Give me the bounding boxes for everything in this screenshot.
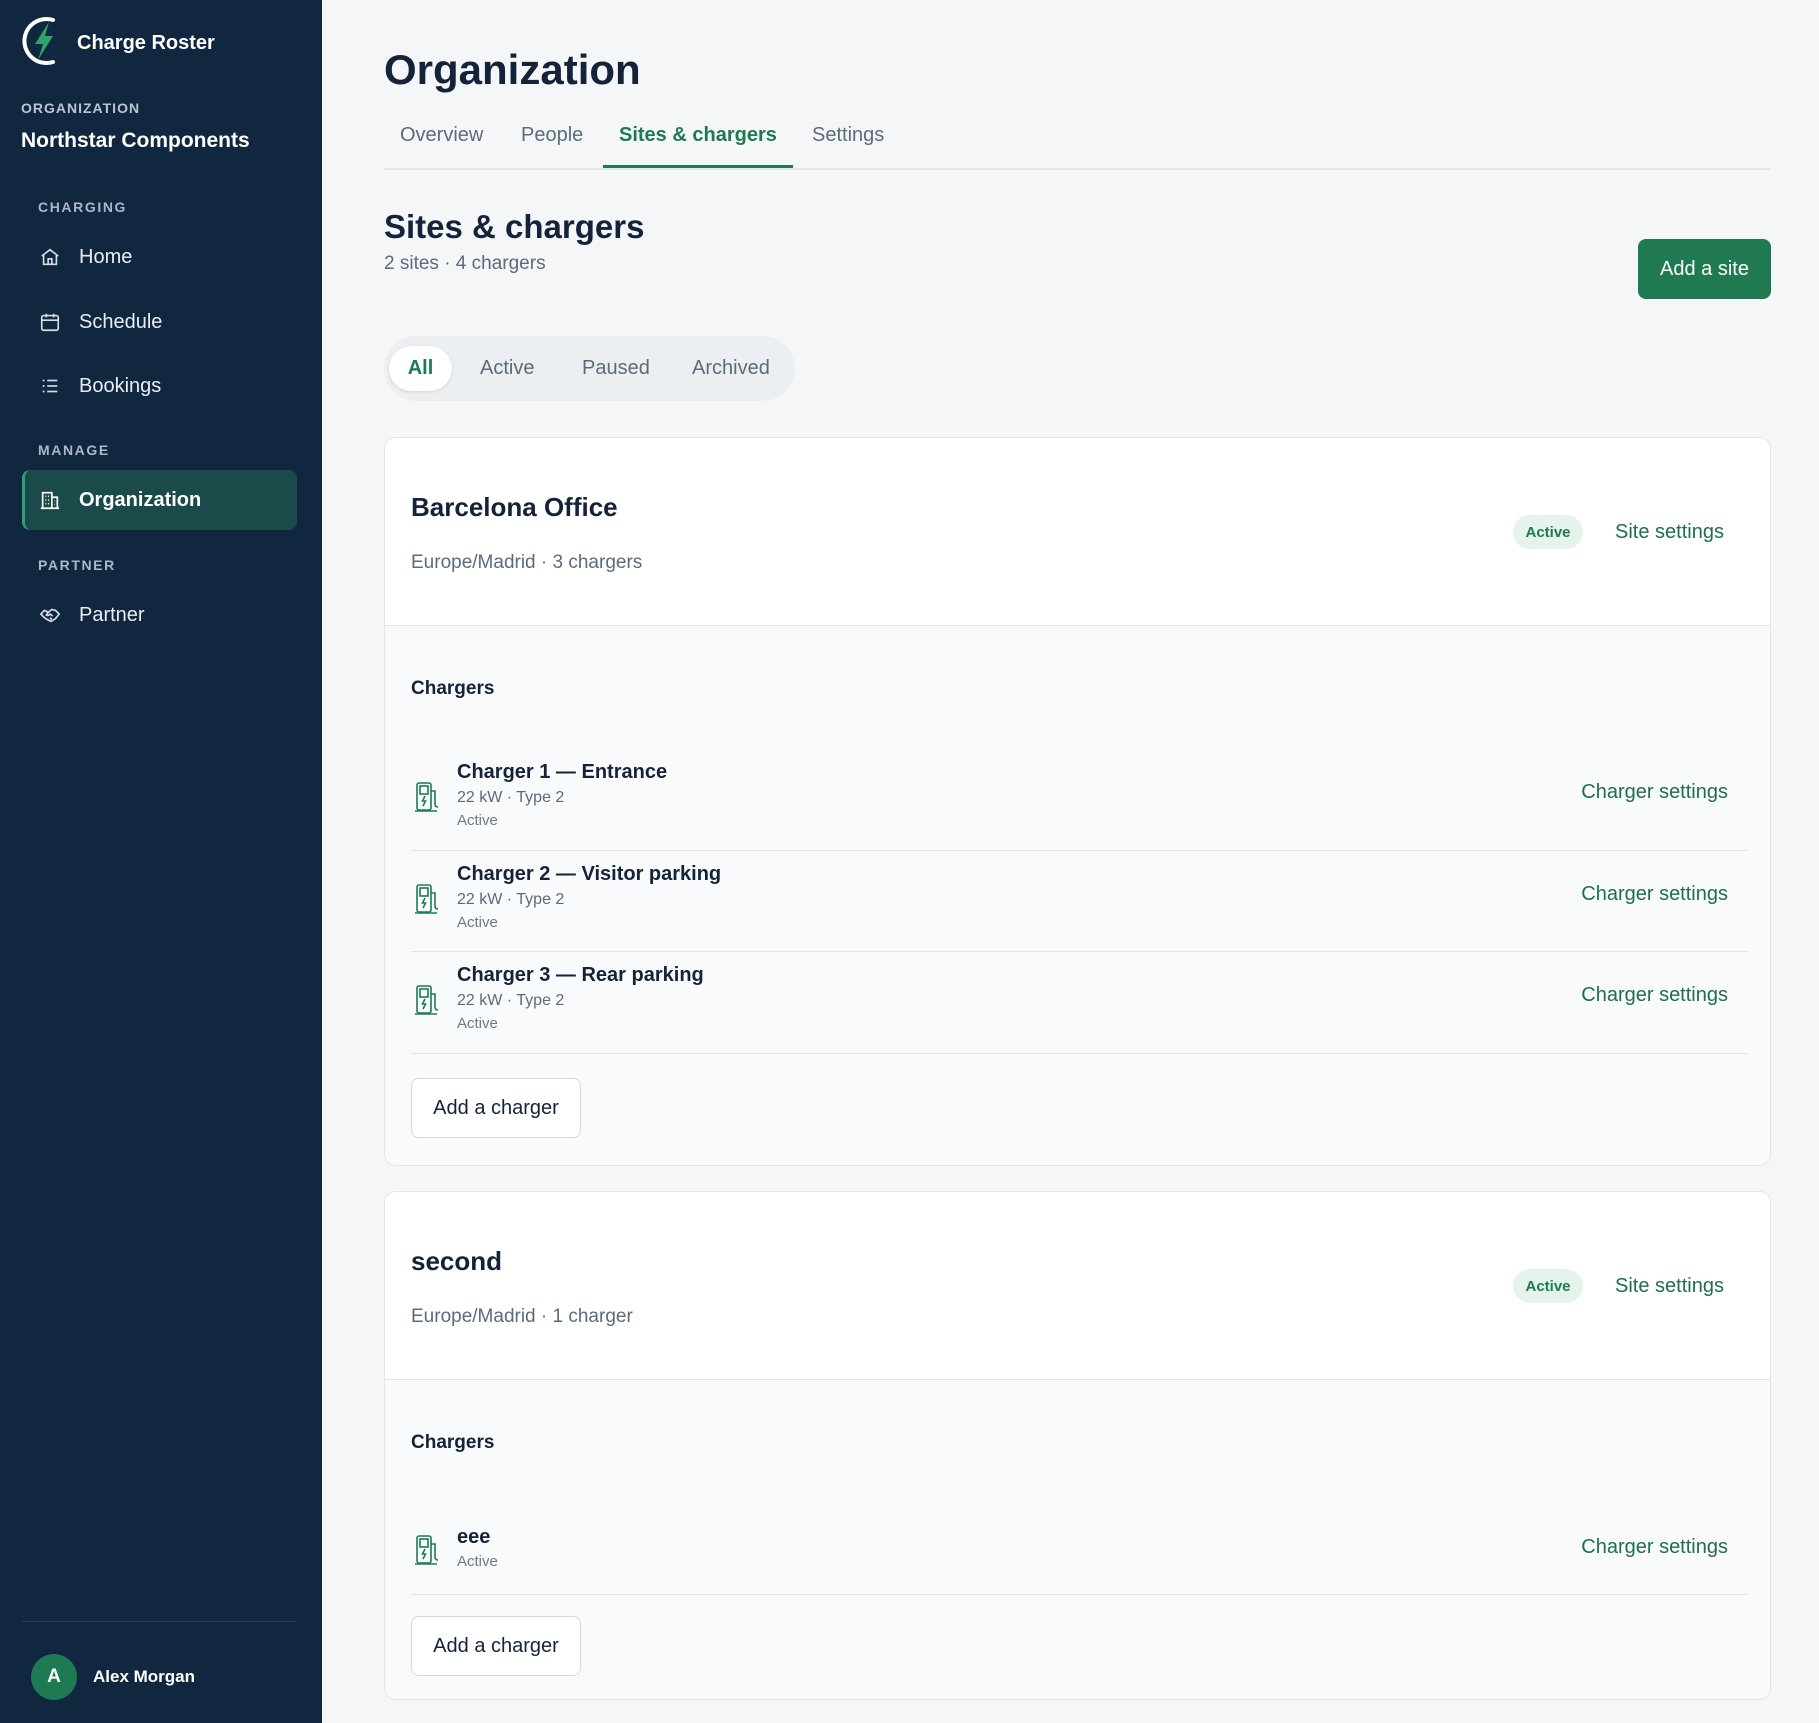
sidebar-item-partner[interactable]: Partner <box>22 585 297 645</box>
charger-spec: 22 kW · Type 2 <box>457 789 565 806</box>
building-icon <box>38 488 62 512</box>
filter-active[interactable]: Active <box>480 346 534 391</box>
sites-summary: 2 sites · 4 chargers <box>384 253 546 274</box>
sidebar: Charge Roster ORGANIZATION Northstar Com… <box>0 0 322 1723</box>
filter-paused[interactable]: Paused <box>582 346 650 391</box>
sidebar-divider <box>22 1621 297 1622</box>
charger-name: Charger 2 — Visitor parking <box>457 863 722 885</box>
brand-logo-icon <box>21 14 65 73</box>
active-tab-indicator <box>603 165 793 168</box>
charger-spec: 22 kW · Type 2 <box>457 992 565 1009</box>
status-badge: Active <box>1513 1269 1583 1303</box>
tab-people[interactable]: People <box>521 124 583 147</box>
page-title: Organization <box>384 46 641 93</box>
site-settings-link[interactable]: Site settings <box>1615 521 1724 544</box>
charger-row: eee Active Charger settings <box>411 1503 1748 1595</box>
app-name: Charge Roster <box>77 32 215 54</box>
sidebar-item-label: Home <box>79 245 133 268</box>
org-label: ORGANIZATION <box>21 100 141 116</box>
sidebar-item-label: Schedule <box>79 310 163 333</box>
filter-all[interactable]: All <box>389 346 452 391</box>
sidebar-item-schedule[interactable]: Schedule <box>22 292 297 352</box>
sidebar-item-label: Partner <box>79 603 145 626</box>
ev-charger-icon <box>411 881 445 917</box>
list-icon <box>38 374 62 398</box>
ev-charger-icon <box>411 779 445 815</box>
avatar: A <box>31 1654 77 1700</box>
charger-settings-link[interactable]: Charger settings <box>1581 883 1728 906</box>
sidebar-item-organization[interactable]: Organization <box>22 470 297 530</box>
section-title: Sites & chargers <box>384 208 645 245</box>
tab-sites-chargers[interactable]: Sites & chargers <box>619 124 777 147</box>
charger-name: Charger 3 — Rear parking <box>457 964 704 986</box>
ev-charger-icon <box>411 982 445 1018</box>
site-header: second Europe/Madrid · 1 charger Active … <box>385 1192 1770 1380</box>
sidebar-item-label: Organization <box>79 488 202 511</box>
status-filter: All Active Paused Archived <box>384 336 795 401</box>
chargers-label: Chargers <box>411 678 495 699</box>
charger-status: Active <box>457 914 498 931</box>
charger-status: Active <box>457 1553 498 1570</box>
site-name: Barcelona Office <box>411 492 618 522</box>
charger-status: Active <box>457 812 498 829</box>
sidebar-item-home[interactable]: Home <box>22 227 297 287</box>
org-name: Northstar Components <box>21 129 250 152</box>
charger-row: Charger 3 — Rear parking 22 kW · Type 2 … <box>411 952 1748 1054</box>
site-card: second Europe/Madrid · 1 charger Active … <box>384 1191 1771 1700</box>
charger-settings-link[interactable]: Charger settings <box>1581 984 1728 1007</box>
charger-row: Charger 2 — Visitor parking 22 kW · Type… <box>411 851 1748 952</box>
site-header: Barcelona Office Europe/Madrid · 3 charg… <box>385 438 1770 626</box>
section-label-charging: CHARGING <box>38 199 128 215</box>
site-chargers: Chargers eee Active Charger settings Add… <box>385 1380 1770 1699</box>
calendar-icon <box>38 310 62 334</box>
ev-charger-icon <box>411 1532 445 1568</box>
charger-name: Charger 1 — Entrance <box>457 761 668 783</box>
chargers-label: Chargers <box>411 1432 495 1453</box>
add-charger-button[interactable]: Add a charger <box>411 1616 581 1676</box>
tab-settings[interactable]: Settings <box>812 124 884 147</box>
user-profile[interactable]: A Alex Morgan <box>31 1654 195 1700</box>
site-chargers: Chargers Charger 1 — Entrance 22 kW · Ty… <box>385 626 1770 1165</box>
tab-overview[interactable]: Overview <box>400 124 483 147</box>
charger-row: Charger 1 — Entrance 22 kW · Type 2 Acti… <box>411 749 1748 851</box>
sidebar-item-bookings[interactable]: Bookings <box>22 356 297 416</box>
charger-status: Active <box>457 1015 498 1032</box>
site-card: Barcelona Office Europe/Madrid · 3 charg… <box>384 437 1771 1166</box>
site-settings-link[interactable]: Site settings <box>1615 1275 1724 1298</box>
home-icon <box>38 245 62 269</box>
site-name: second <box>411 1246 503 1276</box>
status-badge: Active <box>1513 515 1583 549</box>
tab-bar: Overview People Sites & chargers Setting… <box>384 118 1771 170</box>
charger-settings-link[interactable]: Charger settings <box>1581 1536 1728 1559</box>
charger-settings-link[interactable]: Charger settings <box>1581 781 1728 804</box>
sidebar-item-label: Bookings <box>79 374 162 397</box>
site-meta: Europe/Madrid · 3 chargers <box>411 552 643 573</box>
section-label-manage: MANAGE <box>38 442 110 458</box>
filter-archived[interactable]: Archived <box>692 346 770 391</box>
brand[interactable]: Charge Roster <box>21 14 215 73</box>
section-label-partner: PARTNER <box>38 557 116 573</box>
add-charger-button[interactable]: Add a charger <box>411 1078 581 1138</box>
add-site-button[interactable]: Add a site <box>1638 239 1771 299</box>
site-meta: Europe/Madrid · 1 charger <box>411 1306 633 1327</box>
charger-name: eee <box>457 1526 491 1548</box>
user-name: Alex Morgan <box>93 1667 196 1686</box>
charger-spec: 22 kW · Type 2 <box>457 891 565 908</box>
handshake-icon <box>38 603 62 627</box>
